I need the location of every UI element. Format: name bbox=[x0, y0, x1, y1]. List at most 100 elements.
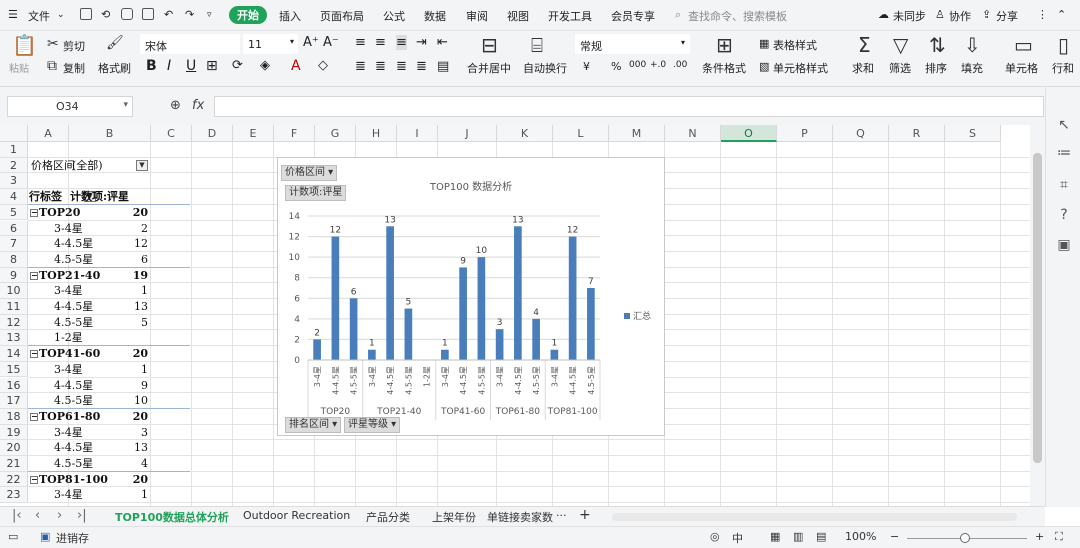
sort-icon[interactable]: ⇅ bbox=[929, 35, 946, 55]
merge-center-icon[interactable]: ⊟ bbox=[481, 35, 498, 55]
collapse-toggle-icon[interactable]: − bbox=[30, 350, 38, 359]
pivot-group-total[interactable]: 20 bbox=[69, 346, 148, 361]
last-sheet-icon[interactable]: ›| bbox=[77, 508, 87, 523]
collapse-toggle-icon[interactable]: − bbox=[30, 412, 38, 421]
vertical-scrollbar-thumb[interactable] bbox=[1033, 153, 1042, 463]
eraser-icon[interactable]: ◇ bbox=[318, 58, 328, 73]
formula-input[interactable] bbox=[214, 96, 1044, 117]
column-header[interactable]: C bbox=[151, 125, 192, 142]
sheet-more-icon[interactable]: ··· bbox=[556, 509, 567, 522]
pivot-item-value[interactable]: 13 bbox=[69, 299, 148, 314]
styles-panel-icon[interactable]: ≔ bbox=[1056, 145, 1072, 161]
column-header[interactable]: Q bbox=[833, 125, 889, 142]
pivot-item-value[interactable]: 3 bbox=[69, 425, 148, 440]
pivot-group-total[interactable]: 20 bbox=[69, 409, 148, 424]
copy-button[interactable]: 复制 bbox=[63, 60, 85, 76]
pivot-item-value[interactable]: 1 bbox=[69, 487, 148, 502]
file-chevron-icon[interactable]: ⌄ bbox=[57, 10, 65, 20]
tab-view[interactable]: 视图 bbox=[507, 8, 529, 24]
row-header[interactable]: 18 bbox=[0, 408, 28, 425]
pivot-group-total[interactable]: 19 bbox=[69, 268, 148, 283]
number-format-select[interactable]: 常规 bbox=[575, 34, 690, 54]
row-header[interactable]: 11 bbox=[0, 299, 28, 315]
macro-record-icon[interactable]: ▭ bbox=[8, 530, 18, 543]
name-box-chevron-icon[interactable]: ▾ bbox=[123, 100, 128, 110]
bold-icon[interactable]: B bbox=[146, 58, 157, 74]
row-header[interactable]: 9 bbox=[0, 267, 28, 284]
next-sheet-icon[interactable]: › bbox=[57, 508, 62, 523]
pivot-item-value[interactable]: 6 bbox=[69, 252, 148, 267]
redo-icon[interactable]: ↷ bbox=[185, 8, 194, 21]
align-left-icon[interactable]: ≣ bbox=[355, 59, 366, 74]
merge-center-button[interactable]: 合并居中 bbox=[467, 60, 511, 76]
align-right-icon[interactable]: ≣ bbox=[396, 59, 407, 74]
more-options-icon[interactable]: ⋮ bbox=[1037, 8, 1048, 21]
input-mode[interactable]: 中 bbox=[732, 530, 743, 546]
sheet-tab-year[interactable]: 上架年份 bbox=[432, 509, 476, 525]
quick-access-more-icon[interactable]: ▿ bbox=[207, 10, 212, 20]
row-header[interactable]: 21 bbox=[0, 456, 28, 472]
format-painter-button[interactable]: 格式刷 bbox=[98, 60, 131, 76]
sum-icon[interactable]: Σ bbox=[858, 35, 871, 55]
command-search-input[interactable]: 查找命令、搜索模板 bbox=[688, 8, 787, 24]
row-header[interactable]: 14 bbox=[0, 346, 28, 362]
sort-button[interactable]: 排序 bbox=[925, 60, 947, 76]
row-column-button[interactable]: 行和 bbox=[1052, 60, 1074, 76]
save-icon[interactable] bbox=[80, 8, 92, 20]
pivot-value-header[interactable]: 计数项:评星 bbox=[70, 189, 129, 204]
collaborate-button[interactable]: 协作 bbox=[949, 8, 971, 24]
sync-status[interactable]: 未同步 bbox=[893, 8, 926, 24]
column-header[interactable]: G bbox=[315, 125, 356, 142]
distribute-icon[interactable]: ▤ bbox=[437, 59, 449, 74]
column-header[interactable]: I bbox=[397, 125, 438, 142]
pivot-item-label[interactable]: 1-2星 bbox=[54, 330, 83, 345]
fill-color-icon[interactable]: ◈ bbox=[260, 58, 270, 73]
first-sheet-icon[interactable]: |‹ bbox=[12, 508, 22, 523]
paste-button[interactable]: 粘贴 bbox=[9, 60, 29, 75]
row-header[interactable]: 3 bbox=[0, 173, 28, 190]
row-header[interactable]: 17 bbox=[0, 393, 28, 409]
column-header[interactable]: P bbox=[777, 125, 833, 142]
column-header[interactable]: F bbox=[274, 125, 315, 142]
conditional-format-button[interactable]: 条件格式 bbox=[702, 60, 746, 76]
column-header[interactable]: S bbox=[945, 125, 1001, 142]
help-icon[interactable]: ? bbox=[1056, 207, 1072, 223]
page-break-view-icon[interactable]: ▤ bbox=[816, 530, 826, 543]
italic-icon[interactable]: I bbox=[167, 58, 171, 74]
file-menu[interactable]: 文件 bbox=[28, 8, 50, 24]
font-name-select[interactable]: 宋体 bbox=[140, 34, 240, 54]
hamburger-menu-icon[interactable]: ☰ bbox=[8, 8, 18, 21]
justify-icon[interactable]: ≣ bbox=[416, 59, 427, 74]
filter-button[interactable]: 筛选 bbox=[889, 60, 911, 76]
prev-sheet-icon[interactable]: ‹ bbox=[35, 508, 40, 523]
column-header[interactable]: H bbox=[356, 125, 397, 142]
row-header[interactable]: 8 bbox=[0, 251, 28, 268]
column-header[interactable]: E bbox=[233, 125, 274, 142]
cell-style-icon[interactable]: ▧ bbox=[759, 60, 769, 73]
share-icon[interactable]: ⇪ bbox=[982, 8, 991, 21]
tab-formulas[interactable]: 公式 bbox=[383, 8, 405, 24]
wrap-text-icon[interactable]: ⌸ bbox=[531, 35, 543, 55]
collapse-toggle-icon[interactable]: − bbox=[30, 475, 38, 484]
zoom-in-icon[interactable]: + bbox=[1035, 530, 1044, 543]
increase-font-icon[interactable]: A⁺ bbox=[303, 35, 319, 50]
pivot-chart[interactable]: 价格区间 ▾ 计数项:评星 TOP100 数据分析 0 2 4 6 8 10 12 14 2 3-… bbox=[277, 157, 665, 436]
align-middle-icon[interactable]: ≡ bbox=[375, 35, 386, 50]
name-box[interactable]: O34 ▾ bbox=[7, 96, 133, 117]
sum-button[interactable]: 求和 bbox=[852, 60, 874, 76]
ime-icon[interactable]: ◎ bbox=[710, 530, 720, 543]
column-header[interactable]: M bbox=[609, 125, 665, 142]
vertical-scrollbar[interactable] bbox=[1030, 125, 1045, 506]
print-icon[interactable] bbox=[121, 8, 133, 20]
conditional-format-icon[interactable]: ⊞ bbox=[716, 35, 733, 55]
underline-icon[interactable]: U bbox=[186, 58, 196, 74]
row-header[interactable]: 2 bbox=[0, 157, 28, 174]
undo-icon[interactable]: ↶ bbox=[164, 8, 173, 21]
row-header[interactable]: 1 bbox=[0, 142, 28, 158]
column-header[interactable]: L bbox=[553, 125, 609, 142]
zoom-level[interactable]: 100% bbox=[845, 530, 876, 543]
pivot-item-value[interactable]: 12 bbox=[69, 236, 148, 251]
select-cursor-icon[interactable]: ↖ bbox=[1056, 117, 1072, 133]
macro-label[interactable]: 进销存 bbox=[56, 530, 89, 546]
column-header[interactable]: N bbox=[665, 125, 721, 142]
